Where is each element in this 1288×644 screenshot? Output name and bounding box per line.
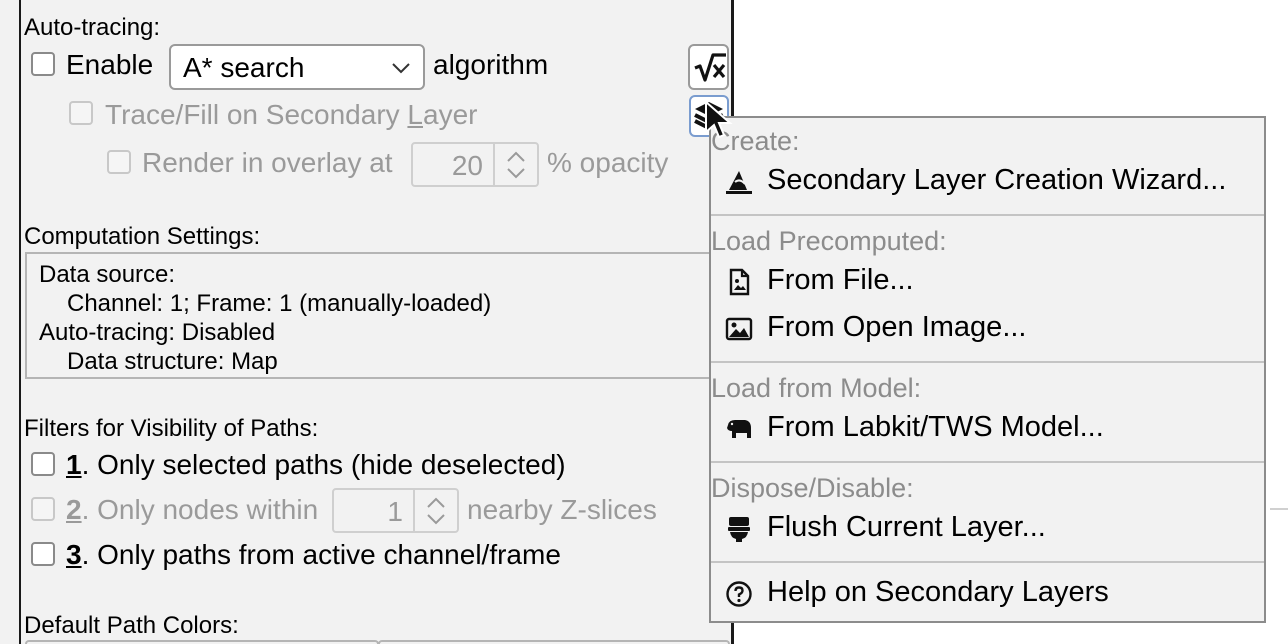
filter-selected-paths-checkbox[interactable]	[31, 452, 55, 476]
menu-item-flush-layer[interactable]: Flush Current Layer...	[711, 507, 1264, 551]
menu-header-load-precomputed: Load Precomputed:	[711, 226, 947, 256]
chevron-down-icon	[392, 63, 410, 74]
filter-nearby-nodes-label: 2. Only nodes within	[66, 494, 319, 525]
color-button-right[interactable]	[378, 640, 730, 644]
colors-section-label: Default Path Colors:	[24, 612, 239, 639]
secondary-layer-label: Trace/Fill on Secondary Layer	[105, 99, 478, 130]
spinner-arrows-icon	[507, 151, 525, 179]
menu-item-from-file-label: From File...	[767, 264, 914, 296]
spinner-arrows-icon	[427, 497, 445, 525]
menu-item-from-open-image[interactable]: From Open Image...	[711, 307, 1264, 351]
enable-label: Enable	[66, 49, 154, 80]
filter-active-channel-label: 3. Only paths from active channel/frame	[66, 539, 561, 570]
mouse-cursor-icon	[705, 100, 733, 139]
tapir-icon	[727, 420, 751, 438]
nearby-zslices-spinner[interactable]: 1	[332, 488, 459, 533]
menu-separator	[711, 561, 1264, 563]
menu-item-from-labkit[interactable]: From Labkit/TWS Model...	[711, 407, 1264, 451]
computation-line-data-source: Data source:	[39, 261, 176, 288]
toilet-icon	[728, 517, 750, 542]
menu-separator	[711, 214, 1264, 216]
menu-separator	[711, 361, 1264, 363]
image-icon	[725, 317, 753, 341]
menu-item-creation-wizard-label: Secondary Layer Creation Wizard...	[767, 164, 1227, 196]
nearby-zslices-suffix: nearby Z-slices	[467, 494, 657, 525]
menu-item-help-label: Help on Secondary Layers	[767, 576, 1109, 608]
wizard-hat-icon	[726, 171, 752, 194]
sqrt-button[interactable]	[688, 44, 729, 90]
file-image-icon	[729, 268, 750, 296]
overlay-opacity-spinner[interactable]: 20	[411, 142, 539, 187]
menu-item-from-open-image-label: From Open Image...	[767, 311, 1027, 343]
menu-item-help[interactable]: Help on Secondary Layers	[711, 572, 1264, 616]
tracing-options-panel: Auto-tracing: Enable A* search algorithm…	[0, 0, 732, 644]
computation-line-data-structure: Data structure: Map	[67, 348, 278, 375]
filter-nearby-nodes-checkbox[interactable]	[31, 497, 55, 521]
menu-item-from-file[interactable]: From File...	[711, 260, 1264, 304]
question-circle-icon	[726, 581, 752, 607]
algorithm-selected-value: A* search	[183, 52, 305, 83]
autotracing-section-label: Auto-tracing:	[24, 14, 161, 41]
render-overlay-checkbox[interactable]	[107, 150, 131, 174]
color-button-left[interactable]	[25, 640, 379, 644]
background-window-edge	[1270, 508, 1288, 510]
enable-autotracing-checkbox[interactable]	[31, 52, 55, 76]
secondary-layer-checkbox[interactable]	[69, 101, 93, 125]
menu-header-load-model: Load from Model:	[711, 373, 922, 403]
menu-header-dispose: Dispose/Disable:	[711, 473, 914, 503]
render-overlay-label: Render in overlay at	[142, 147, 393, 178]
overlay-opacity-value: 20	[451, 150, 483, 181]
filter-active-channel-checkbox[interactable]	[31, 542, 55, 566]
computation-section-label: Computation Settings:	[24, 223, 261, 250]
algorithm-suffix-label: algorithm	[433, 49, 549, 80]
algorithm-select[interactable]: A* search	[169, 44, 425, 90]
menu-item-from-labkit-label: From Labkit/TWS Model...	[767, 411, 1104, 443]
computation-line-channel: Channel: 1; Frame: 1 (manually-loaded)	[67, 290, 492, 317]
secondary-layer-popup-menu: Create: Secondary Layer Creation Wizard.…	[709, 116, 1266, 623]
filters-section-label: Filters for Visibility of Paths:	[24, 415, 319, 442]
computation-line-autotracing: Auto-tracing: Disabled	[39, 319, 276, 346]
menu-separator	[711, 461, 1264, 463]
computation-info-box: Data source: Channel: 1; Frame: 1 (manua…	[25, 252, 725, 379]
panel-left-border	[19, 0, 21, 644]
menu-item-flush-layer-label: Flush Current Layer...	[767, 511, 1046, 543]
nearby-zslices-value: 1	[387, 496, 403, 527]
sqrt-icon	[694, 53, 726, 82]
filter-selected-paths-label: 1. Only selected paths (hide deselected)	[66, 449, 566, 480]
menu-item-creation-wizard[interactable]: Secondary Layer Creation Wizard...	[711, 160, 1264, 204]
overlay-opacity-suffix: % opacity	[547, 147, 669, 178]
